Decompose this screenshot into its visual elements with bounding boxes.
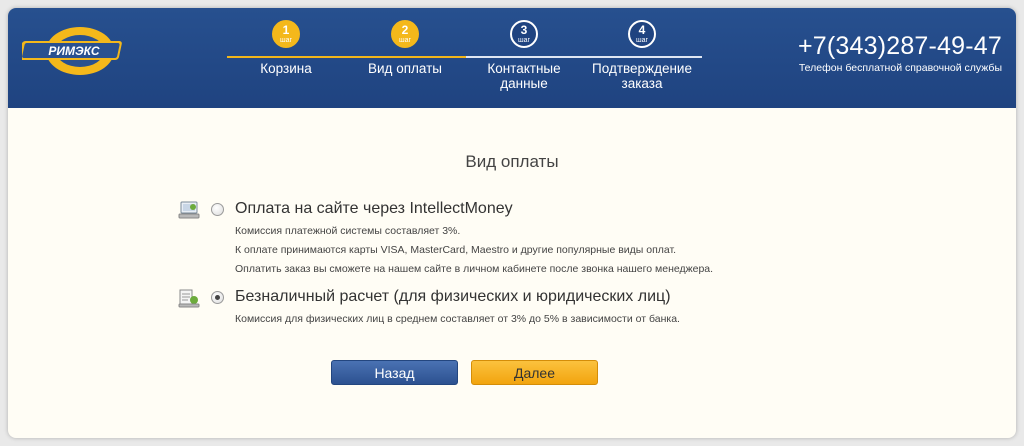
phone-number: +7(343)287-49-47 (797, 32, 1002, 60)
step-label: Контактные данные (487, 61, 561, 91)
option-commission-text: Комиссия платежной системы составляет 3%… (235, 225, 461, 237)
step-contact-details: 3 шаг Контактные данные (459, 20, 589, 91)
back-button[interactable]: Назад (331, 360, 458, 385)
step-circle: 1 шаг (272, 20, 300, 48)
radio-intellectmoney[interactable] (211, 203, 224, 216)
header-bar: РИМЭКС 1 шаг Корзина 2 шаг Вид оплаты 3 … (8, 8, 1016, 108)
step-label: Корзина (260, 61, 312, 76)
step-number: 4 (638, 23, 646, 37)
step-word: шаг (635, 37, 649, 44)
step-payment-type: 2 шаг Вид оплаты (340, 20, 470, 76)
option-title[interactable]: Оплата на сайте через IntellectMoney (235, 200, 513, 218)
step-confirmation: 4 шаг Подтверждение заказа (577, 20, 707, 91)
option-title[interactable]: Безналичный расчет (для физических и юри… (235, 288, 671, 306)
checkout-window: РИМЭКС 1 шаг Корзина 2 шаг Вид оплаты 3 … (8, 8, 1016, 438)
step-word: шаг (398, 37, 412, 44)
phone-caption: Телефон бесплатной справочной службы (798, 62, 1002, 74)
step-number: 2 (401, 23, 409, 37)
next-button[interactable]: Далее (471, 360, 598, 385)
option-cards-text: К оплате принимаются карты VISA, MasterC… (235, 244, 677, 256)
step-cart[interactable]: 1 шаг Корзина (221, 20, 351, 76)
rimex-logo[interactable]: РИМЭКС (22, 24, 132, 78)
step-circle: 2 шаг (391, 20, 419, 48)
logo-text: РИМЭКС (48, 44, 99, 58)
step-word: шаг (517, 37, 531, 44)
radio-bank-transfer[interactable] (211, 291, 224, 304)
option-commission-text: Комиссия для физических лиц в среднем со… (235, 313, 680, 325)
online-payment-icon (178, 201, 200, 219)
step-circle: 4 шаг (628, 20, 656, 48)
option-pay-later-text: Оплатить заказ вы сможете на нашем сайте… (235, 263, 714, 275)
page-title: Вид оплаты (465, 152, 559, 171)
bank-transfer-icon (178, 289, 200, 308)
step-label: Вид оплаты (368, 61, 442, 76)
step-label: Подтверждение заказа (592, 61, 692, 91)
step-word: шаг (279, 37, 293, 44)
step-circle: 3 шаг (510, 20, 538, 48)
step-number: 1 (282, 23, 290, 37)
step-number: 3 (520, 23, 528, 37)
